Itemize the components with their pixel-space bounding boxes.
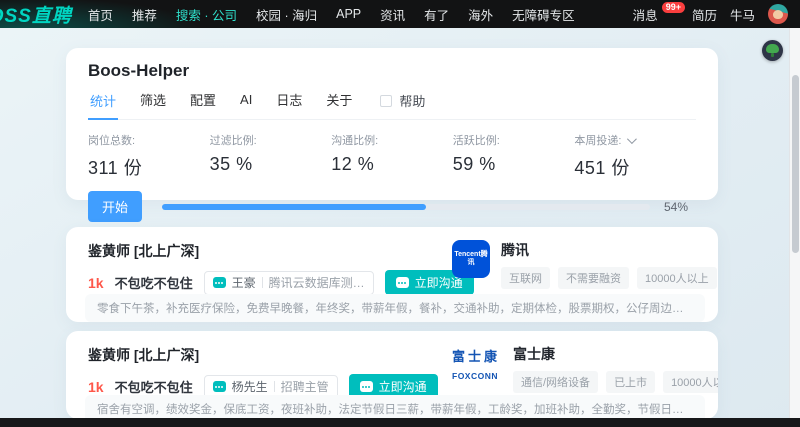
tencent-logo: Tencent腾讯	[452, 240, 490, 278]
recruiter-chip[interactable]: 王豪 腾讯云数据库测…	[203, 270, 374, 295]
messages-count-badge: 99+	[661, 1, 685, 13]
chip-divider	[261, 277, 263, 288]
stat-label: 过滤比例:	[209, 135, 257, 147]
company-tag: 已上市	[606, 371, 656, 393]
company-name[interactable]: 腾讯	[501, 240, 717, 260]
company-tag: 通信/网络设备	[513, 371, 599, 393]
boos-helper-panel: Boos-Helper 统计 筛选 配置 AI 日志 关于 帮助 岗位总数: 3…	[66, 48, 718, 222]
chip-divider	[273, 381, 275, 392]
job-card-foxconn[interactable]: 鉴黄师 [北上广深] 1k 不包吃不包住 杨先生 招聘主管 立即沟通 富士康 F…	[66, 331, 718, 419]
company-block: 富士康 FOXCONN 富士康 通信/网络设备 已上市 10000人以上	[452, 344, 718, 393]
stat-label: 岗位总数:	[88, 135, 136, 147]
window-bottom-frame	[0, 418, 800, 427]
progress-bar	[162, 203, 650, 210]
job-salary: 1k	[88, 378, 104, 395]
recruiter-title: 招聘主管	[280, 380, 329, 394]
scrollbar-thumb[interactable]	[792, 75, 799, 253]
stat-label-text: 本周投递:	[574, 135, 622, 147]
boss-zhipin-logo[interactable]: BOSS直聘	[0, 1, 72, 28]
job-conditions: 不包吃不包住	[114, 276, 193, 291]
nav-menu: 首页 推荐 搜索 · 公司 校园 · 海归 APP 资讯 有了 海外 无障碍专区	[88, 5, 575, 24]
chat-bubble-icon	[395, 277, 409, 288]
stat-value: 12 %	[331, 154, 375, 174]
help-toggle: 帮助	[380, 91, 425, 118]
job-card-tencent[interactable]: 鉴黄师 [北上广深] 1k 不包吃不包住 王豪 腾讯云数据库测… 立即沟通 Te…	[66, 227, 718, 322]
tab-about[interactable]: 关于	[324, 90, 354, 119]
tab-config[interactable]: 配置	[188, 90, 218, 119]
user-avatar[interactable]	[768, 4, 788, 24]
company-block: Tencent腾讯 腾讯 互联网 不需要融资 10000人以上	[452, 240, 717, 289]
company-tag: 互联网	[501, 267, 550, 289]
panel-title: Boos-Helper	[88, 61, 190, 80]
chevron-down-icon[interactable]	[627, 133, 638, 144]
nav-item-accessibility[interactable]: 无障碍专区	[512, 5, 575, 24]
resume-link[interactable]: 简历	[692, 5, 717, 24]
job-welfare-text: 宿舍有空调，绩效奖金，保底工资，夜班补助，法定节假日三薪，带薪年假，工龄奖，加班…	[85, 395, 705, 419]
nav-item-app[interactable]: APP	[336, 7, 361, 21]
tab-statistics[interactable]: 统计	[88, 91, 119, 120]
help-checkbox[interactable]	[380, 94, 393, 107]
page-scrollbar[interactable]	[789, 28, 800, 419]
company-tag: 不需要融资	[558, 267, 629, 289]
helper-tabs: 统计 筛选 配置 AI 日志 关于 帮助	[88, 90, 696, 120]
stat-weekly-sent: 本周投递: 451 份	[574, 132, 696, 180]
navbar-right: 消息 99+ 简历 牛马	[633, 1, 800, 24]
stat-value: 35 %	[209, 154, 253, 174]
job-conditions: 不包吃不包住	[114, 380, 193, 395]
job-salary: 1k	[88, 274, 104, 291]
run-row: 开始 54%	[88, 191, 696, 222]
top-navbar: BOSS直聘 首页 推荐 搜索 · 公司 校园 · 海归 APP 资讯 有了 海…	[0, 0, 800, 28]
progress-percent-label: 54%	[664, 199, 689, 214]
page-content: Boos-Helper 统计 筛选 配置 AI 日志 关于 帮助 岗位总数: 3…	[0, 28, 800, 427]
stat-filter-ratio: 过滤比例: 35 %	[210, 132, 332, 180]
tab-log[interactable]: 日志	[274, 90, 304, 119]
recruiter-name: 王豪	[231, 276, 256, 290]
messages-link[interactable]: 消息	[633, 5, 658, 24]
stat-chat-ratio: 沟通比例: 12 %	[331, 132, 453, 180]
company-tags: 通信/网络设备 已上市 10000人以上	[513, 371, 718, 393]
stat-label: 本周投递:	[574, 132, 696, 148]
stat-value: 59 %	[452, 154, 496, 174]
stat-active-ratio: 活跃比例: 59 %	[453, 132, 575, 180]
start-button[interactable]: 开始	[88, 191, 143, 222]
company-tag: 10000人以上	[637, 267, 717, 289]
company-tag: 10000人以上	[663, 371, 718, 393]
foxconn-logo: 富士康 FOXCONN	[452, 344, 502, 393]
nav-item-search-company[interactable]: 搜索 · 公司	[176, 5, 237, 24]
tab-filter[interactable]: 筛选	[138, 90, 168, 119]
helper-extension-icon[interactable]	[762, 40, 783, 61]
recruiter-title: 腾讯云数据库测…	[268, 276, 365, 290]
nav-item-overseas[interactable]: 海外	[468, 5, 493, 24]
progress-fill	[162, 203, 426, 210]
nav-item-campus[interactable]: 校园 · 海归	[256, 5, 317, 24]
foxconn-logo-en: FOXCONN	[452, 371, 498, 381]
recruiter-name: 杨先生	[231, 380, 268, 394]
nav-item-youle[interactable]: 有了	[424, 5, 449, 24]
help-label: 帮助	[399, 94, 426, 109]
chat-bubble-icon	[212, 381, 226, 392]
chat-now-label: 立即沟通	[378, 380, 427, 394]
nav-item-home[interactable]: 首页	[88, 5, 113, 24]
chat-bubble-icon	[212, 277, 226, 288]
job-welfare-text: 零食下午茶，补充医疗保险，免费早晚餐，年终奖，带薪年假，餐补，交通补助，定期体检…	[85, 294, 705, 322]
username-link[interactable]: 牛马	[730, 5, 755, 24]
stat-value: 451 份	[574, 158, 630, 178]
chat-bubble-icon	[359, 381, 373, 392]
stats-row: 岗位总数: 311 份 过滤比例: 35 % 沟通比例: 12 % 活跃比例: …	[88, 132, 696, 180]
stat-label: 沟通比例:	[331, 135, 379, 147]
company-name[interactable]: 富士康	[513, 344, 718, 364]
foxconn-logo-cn: 富士康	[452, 349, 501, 364]
company-tags: 互联网 不需要融资 10000人以上	[501, 267, 717, 289]
stat-value: 311 份	[88, 158, 143, 178]
nav-item-news[interactable]: 资讯	[380, 5, 405, 24]
nav-item-recommend[interactable]: 推荐	[132, 5, 157, 24]
stat-total-jobs: 岗位总数: 311 份	[88, 132, 210, 180]
tab-ai[interactable]: AI	[238, 92, 254, 117]
stat-label: 活跃比例:	[452, 135, 500, 147]
